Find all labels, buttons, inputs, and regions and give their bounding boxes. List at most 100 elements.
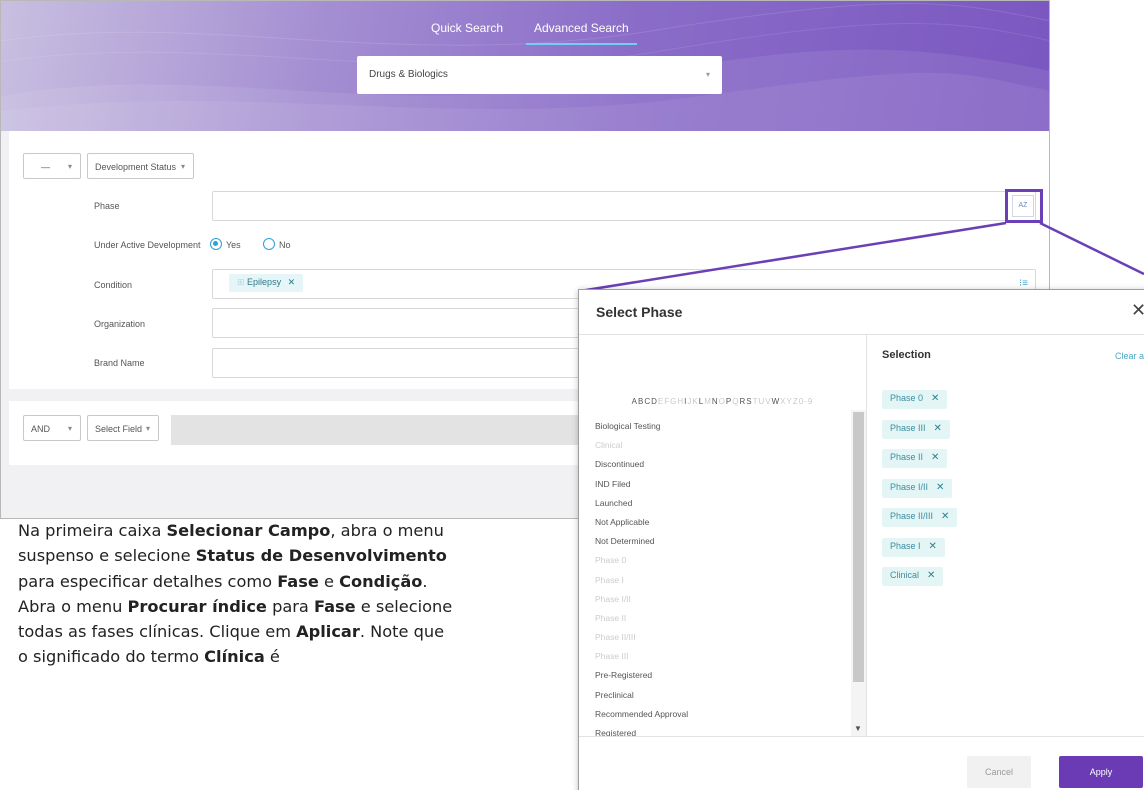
list-scrollbar-thumb[interactable]: [853, 412, 864, 682]
dialog-column-divider: [866, 335, 867, 736]
clear-all-link[interactable]: Clear all: [1115, 351, 1144, 361]
instruction-keyword: Fase: [277, 571, 319, 591]
chevron-down-icon: ▾: [180, 162, 185, 171]
selection-chip[interactable]: Phase 0 ✕: [882, 390, 948, 409]
radio-no[interactable]: [263, 238, 275, 250]
list-item[interactable]: Discontinued: [579, 456, 851, 475]
row2-field-select[interactable]: Select Field ▾: [87, 415, 159, 441]
row1-field-value: Development Status: [95, 162, 177, 172]
chevron-down-icon: ▾: [67, 162, 72, 171]
tag-icon: ⊞: [237, 277, 248, 287]
list-item: Clinical: [595, 440, 623, 451]
list-item: Phase I/II: [595, 593, 631, 604]
selection-chip[interactable]: Phase II ✕: [882, 449, 948, 468]
list-item: Phase I: [595, 574, 624, 585]
list-item[interactable]: Not Determined: [579, 533, 851, 552]
list-item[interactable]: Not Applicable: [579, 514, 851, 533]
instruction-keyword: Procurar índice: [127, 596, 267, 616]
hierarchy-icon[interactable]: ⁝≡: [1019, 278, 1028, 289]
alpha-letter[interactable]: W: [772, 397, 781, 406]
list-item[interactable]: Registered: [579, 725, 851, 736]
alpha-letter[interactable]: D: [651, 397, 658, 406]
row2-operator-select[interactable]: AND ▾: [23, 415, 81, 441]
chevron-down-icon: ▾: [67, 424, 72, 433]
search-header-banner: Quick Search Advanced Search Drugs & Bio…: [1, 1, 1049, 131]
selection-chip[interactable]: Phase III ✕: [882, 419, 950, 439]
selection-chip-label: Phase III: [890, 422, 926, 433]
chevron-down-icon: ▾: [705, 70, 710, 79]
database-select[interactable]: Drugs & Biologics ▾: [357, 56, 722, 94]
row1-field-select[interactable]: Development Status ▾: [87, 153, 194, 179]
selection-chip[interactable]: Clinical ✕: [882, 567, 944, 586]
remove-chip-icon[interactable]: ✕: [929, 541, 937, 552]
selection-chip[interactable]: Phase I/II ✕: [882, 478, 953, 498]
alpha-letter: M: [704, 397, 712, 406]
list-item: Phase II/III: [595, 632, 636, 643]
database-select-value: Drugs & Biologics: [369, 69, 448, 80]
remove-chip-icon[interactable]: ✕: [288, 277, 296, 287]
list-item[interactable]: IND Filed: [579, 476, 851, 495]
remove-chip-icon[interactable]: ✕: [931, 393, 939, 404]
radio-yes-label: Yes: [226, 240, 241, 250]
selection-chip-label: Phase I/II: [890, 481, 929, 492]
list-item[interactable]: Recommended Approval: [579, 706, 851, 725]
instruction-keyword: Aplicar: [296, 622, 360, 642]
instruction-segment: Na primeira caixa: [18, 521, 167, 540]
organization-label: Organization: [94, 319, 146, 329]
instruction-segment: é: [264, 647, 280, 667]
instruction-keyword: Clínica: [204, 647, 265, 667]
cancel-button[interactable]: Cancel: [967, 756, 1031, 788]
remove-chip-icon[interactable]: ✕: [941, 511, 949, 522]
instruction-keyword: Selecionar Campo: [166, 521, 331, 540]
dialog-header-divider: [579, 334, 1144, 335]
selection-chip-label: Clinical: [890, 570, 920, 580]
tab-quick-search[interactable]: Quick Search: [431, 21, 503, 45]
close-icon[interactable]: ✕: [1131, 300, 1144, 321]
dialog-title: Select Phase: [596, 304, 683, 320]
list-item: Phase III: [595, 651, 629, 662]
instruction-keyword: Status de Desenvolvimento: [195, 546, 447, 566]
list-item[interactable]: Launched: [579, 495, 851, 514]
list-item: Phase II: [595, 612, 627, 623]
radio-no-label: No: [279, 240, 291, 250]
row1-operator-select[interactable]: — ▾: [23, 153, 81, 179]
row2-field-value: Select Field: [95, 424, 143, 434]
search-tabs: Quick Search Advanced Search: [1, 21, 1049, 45]
instruction-text: Na primeira caixa Selecionar Campo, abra…: [18, 518, 458, 670]
radio-yes[interactable]: [210, 238, 222, 250]
remove-chip-icon[interactable]: ✕: [934, 423, 942, 434]
callout-line-right: [1039, 221, 1144, 276]
condition-label: Condition: [94, 280, 133, 290]
remove-chip-icon[interactable]: ✕: [927, 570, 935, 581]
selection-chip-label: Phase II/III: [890, 511, 934, 521]
remove-chip-icon[interactable]: ✕: [931, 452, 939, 463]
tab-advanced-search[interactable]: Advanced Search: [526, 21, 637, 45]
row2-value-input[interactable]: [171, 415, 591, 445]
selection-chip[interactable]: Phase II/III ✕: [882, 508, 958, 527]
selection-chip-label: Phase II: [890, 452, 924, 462]
under-active-label: Under Active Development: [94, 240, 201, 250]
alpha-letter[interactable]: N: [712, 397, 719, 406]
chevron-down-icon: ▾: [145, 424, 150, 433]
scroll-down-arrow-icon[interactable]: ▼: [854, 724, 862, 733]
remove-chip-icon[interactable]: ✕: [936, 482, 944, 493]
row1-operator-value: —: [41, 162, 50, 172]
row2-operator-value: AND: [31, 424, 51, 434]
apply-button[interactable]: Apply: [1059, 756, 1143, 788]
selection-chip-label: Phase I: [890, 540, 921, 551]
selection-heading: Selection: [882, 349, 931, 361]
list-item[interactable]: Preclinical: [579, 687, 851, 706]
instruction-segment: para especificar detalhes como: [18, 571, 278, 591]
highlight-box: [1005, 189, 1043, 223]
list-item[interactable]: Biological Testing: [579, 418, 851, 437]
phase-label: Phase: [94, 201, 120, 211]
condition-chip[interactable]: ⊞ Epilepsy ✕: [229, 274, 304, 292]
phase-input[interactable]: [212, 191, 1036, 221]
instruction-keyword: Fase: [313, 596, 356, 616]
list-item[interactable]: Pre-Registered: [579, 667, 851, 686]
selection-chip[interactable]: Phase I ✕: [882, 537, 945, 557]
alpha-letter: O: [718, 397, 726, 406]
list-item: Phase 0: [595, 555, 627, 566]
selection-chip-label: Phase 0: [890, 393, 924, 403]
alpha-letter: 0-9: [798, 397, 814, 406]
